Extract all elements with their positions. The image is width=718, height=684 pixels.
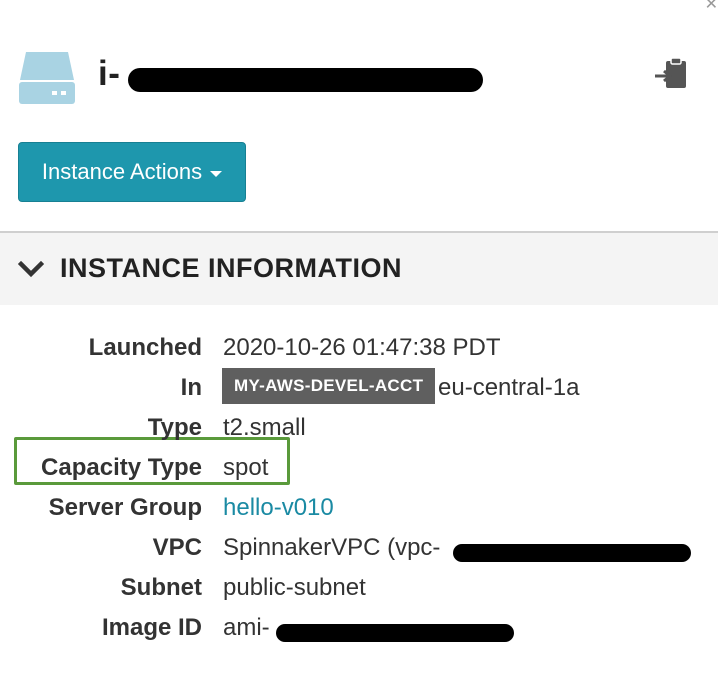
instance-header: i- [18,46,718,110]
info-row-image-id: Image ID ami- [0,608,718,648]
info-row-capacity-type: Capacity Type spot [0,448,718,488]
image-id-value: ami- [223,614,270,641]
redacted-instance-id [128,68,483,92]
type-label: Type [147,414,202,441]
instance-actions-label: Instance Actions [41,159,203,184]
server-group-link[interactable]: hello-v010 [223,494,334,522]
subnet-value: public-subnet [223,574,366,601]
info-row-in: In MY-AWS-DEVEL-ACCT eu-central-1a [0,368,718,408]
redacted-vpc-id [453,544,691,562]
launched-value: 2020-10-26 01:47:38 PDT [223,334,501,361]
server-group-label: Server Group [48,494,202,521]
info-row-server-group: Server Group hello-v010 [0,488,718,528]
section-title: INSTANCE INFORMATION [60,253,402,283]
chevron-down-icon[interactable] [18,259,44,279]
capacity-type-label: Capacity Type [41,454,202,481]
info-row-launched: Launched 2020-10-26 01:47:38 PDT [0,328,718,368]
in-label: In [180,374,202,401]
vpc-label: VPC [152,534,202,561]
region-value: eu-central-1a [438,374,580,401]
instance-information-section-header[interactable]: INSTANCE INFORMATION [0,231,718,305]
capacity-type-value: spot [223,454,269,481]
instance-actions-button[interactable]: Instance Actions [18,142,246,202]
redacted-image-id [276,624,514,642]
type-value: t2.small [223,414,306,441]
caret-down-icon [210,170,223,177]
launched-label: Launched [88,334,202,361]
server-icon [19,52,75,104]
account-badge: MY-AWS-DEVEL-ACCT [222,368,436,404]
subnet-label: Subnet [120,574,202,601]
close-icon[interactable]: ✕ [704,0,718,12]
clipboard-copy-icon[interactable] [654,56,688,90]
info-row-type: Type t2.small [0,408,718,448]
vpc-value: SpinnakerVPC (vpc- [223,534,441,561]
image-id-label: Image ID [101,614,202,641]
info-row-subnet: Subnet public-subnet [0,568,718,608]
instance-id: i- [98,54,121,93]
info-row-vpc: VPC SpinnakerVPC (vpc- [0,528,718,568]
